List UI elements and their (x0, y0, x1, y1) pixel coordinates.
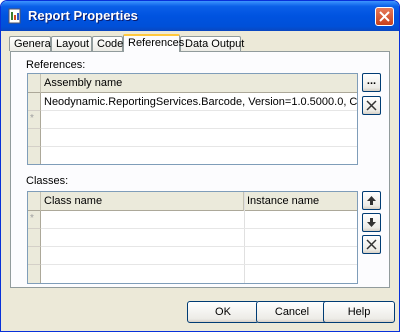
browse-label: ... (366, 75, 377, 87)
instance-name-header[interactable]: Instance name (244, 192, 357, 211)
arrow-down-icon (367, 218, 376, 227)
title-bar: Report Properties (1, 1, 399, 31)
move-up-button[interactable] (362, 191, 381, 210)
classes-grid[interactable]: Class name Instance name * (27, 191, 358, 284)
tab-general[interactable]: General (9, 36, 53, 51)
empty-row-header (28, 129, 41, 147)
row-header[interactable] (28, 93, 41, 111)
new-row-marker: * (30, 213, 34, 224)
ok-button[interactable]: OK (187, 301, 259, 323)
arrow-up-icon (367, 196, 376, 205)
empty-row-header (28, 147, 41, 164)
reference-row[interactable]: Neodynamic.ReportingServices.Barcode, Ve… (41, 93, 357, 111)
references-grid[interactable]: Assembly name Neodynamic.ReportingServic… (27, 73, 358, 165)
tab-layout[interactable]: Layout (51, 36, 92, 51)
empty-row (41, 129, 357, 147)
tab-references[interactable]: References (123, 34, 184, 52)
new-class-row[interactable] (41, 211, 357, 229)
empty-row-header (28, 229, 41, 247)
tab-data-output[interactable]: Data Output (180, 36, 244, 51)
delete-icon (366, 100, 377, 111)
move-down-button[interactable] (362, 213, 381, 232)
class-name-header[interactable]: Class name (41, 192, 244, 211)
empty-row (41, 229, 357, 247)
delete-class-button[interactable] (362, 235, 381, 254)
empty-row-header (28, 247, 41, 265)
new-row-header[interactable]: * (28, 111, 41, 129)
empty-row (41, 247, 357, 265)
new-row-header[interactable]: * (28, 211, 41, 229)
browse-button[interactable]: ... (362, 73, 381, 92)
window-title: Report Properties (28, 8, 138, 23)
new-row-marker: * (30, 113, 34, 124)
assembly-name-header[interactable]: Assembly name (41, 74, 357, 93)
report-properties-dialog: Report Properties General Layout Code Re… (0, 0, 400, 332)
references-label: References: (26, 59, 86, 71)
grid-corner (28, 74, 41, 93)
empty-row-header (28, 265, 41, 283)
help-button[interactable]: Help (323, 301, 395, 323)
delete-icon (366, 239, 377, 250)
tab-code[interactable]: Code (92, 36, 123, 51)
close-button[interactable] (375, 7, 394, 26)
classes-label: Classes: (26, 175, 69, 187)
cancel-button[interactable]: Cancel (256, 301, 328, 323)
grid-corner (28, 192, 41, 211)
close-icon (379, 11, 390, 22)
delete-reference-button[interactable] (362, 96, 381, 115)
new-reference-row[interactable] (41, 111, 357, 129)
report-icon (8, 8, 21, 24)
